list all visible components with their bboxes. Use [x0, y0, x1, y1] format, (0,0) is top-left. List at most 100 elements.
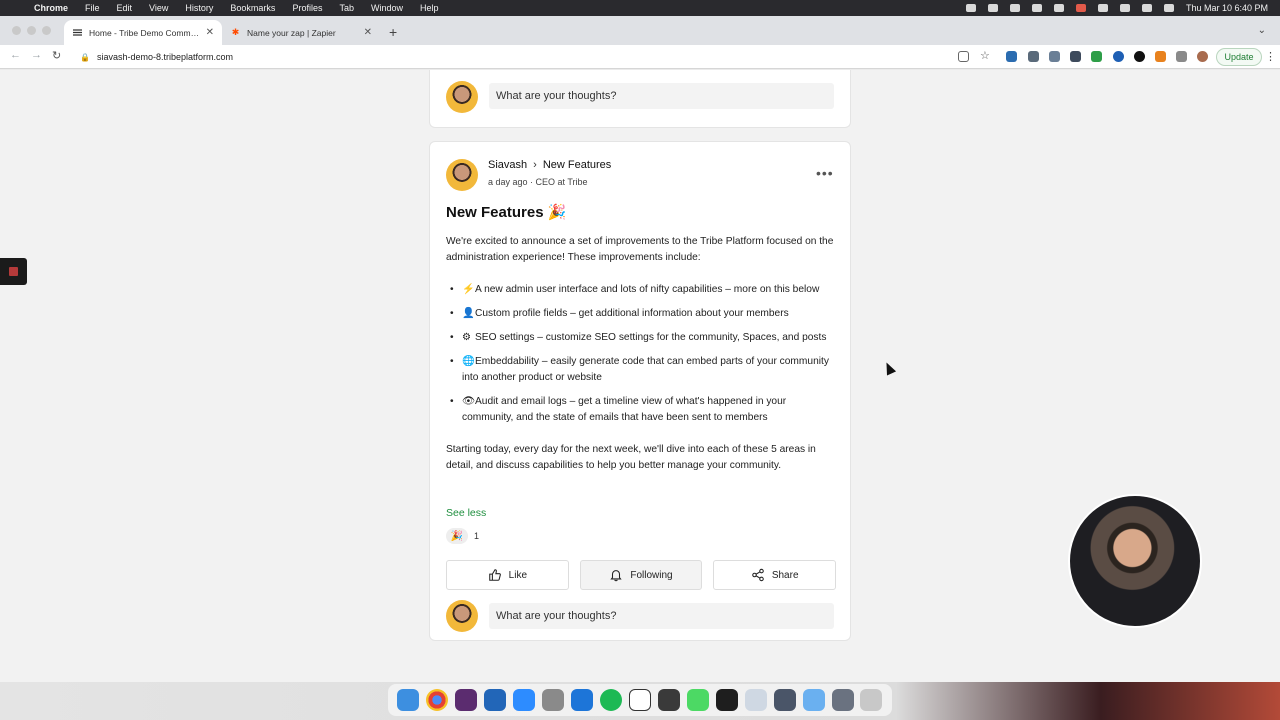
extension-icon[interactable]: [1113, 51, 1124, 62]
extension-icon[interactable]: [1134, 51, 1145, 62]
vscode-icon[interactable]: [484, 689, 507, 711]
preview-icon[interactable]: [542, 689, 565, 711]
avatar[interactable]: [446, 81, 478, 113]
screen-recorder-icon[interactable]: [773, 689, 796, 711]
close-window-icon[interactable]: [12, 26, 21, 35]
extension-icon[interactable]: [1070, 51, 1081, 62]
author-avatar[interactable]: [446, 159, 478, 191]
tab-zapier[interactable]: ✱ Name your zap | Zapier ✕: [222, 20, 380, 45]
control-center-icon[interactable]: [1163, 4, 1174, 12]
following-button[interactable]: Following: [579, 560, 703, 590]
forward-arrow-icon[interactable]: →: [31, 49, 42, 61]
list-item: ⚙SEO settings – customize SEO settings f…: [446, 330, 836, 346]
comment-input[interactable]: What are your thoughts?: [489, 603, 834, 629]
lock-icon[interactable]: 🔒: [80, 53, 90, 62]
previous-post-card: What are your thoughts?: [429, 70, 851, 128]
slack-icon[interactable]: [455, 689, 478, 711]
menu-bookmarks[interactable]: Bookmarks: [230, 3, 275, 13]
list-item: 🌐Embeddability – easily generate code th…: [446, 354, 836, 386]
profile-avatar-icon[interactable]: [1197, 51, 1208, 62]
extension-status-icon[interactable]: [1009, 4, 1020, 12]
xcode-icon[interactable]: [571, 689, 594, 711]
reaction-summary[interactable]: 🎉 1: [446, 528, 479, 544]
system-app-icon[interactable]: [831, 689, 854, 711]
list-item-text: Audit and email logs – get a timeline vi…: [462, 396, 787, 423]
update-button[interactable]: Update: [1216, 48, 1262, 66]
record-status-icon[interactable]: [1075, 4, 1086, 12]
list-item-text: Embeddability – easily generate code tha…: [462, 356, 829, 383]
back-arrow-icon[interactable]: ←: [10, 49, 21, 61]
post-breadcrumb: Siavash › New Features: [488, 159, 611, 171]
chevron-right-icon: ›: [533, 159, 537, 171]
author-name[interactable]: Siavash: [488, 159, 527, 171]
menu-view[interactable]: View: [149, 3, 168, 13]
menu-profiles[interactable]: Profiles: [292, 3, 322, 13]
menu-app-name[interactable]: Chrome: [34, 3, 68, 13]
post-actions: Like Following Share: [446, 560, 837, 590]
finder-icon[interactable]: [397, 689, 420, 711]
figma-icon[interactable]: [715, 689, 738, 711]
like-button[interactable]: Like: [446, 560, 569, 590]
menu-edit[interactable]: Edit: [117, 3, 133, 13]
url-text: siavash-demo-8.tribeplatform.com: [96, 52, 234, 62]
zoom-window-icon[interactable]: [42, 26, 51, 35]
menu-help[interactable]: Help: [420, 3, 439, 13]
post-intro: We're excited to announce a set of impro…: [446, 236, 834, 263]
wifi-icon[interactable]: [1119, 4, 1130, 12]
close-tab-icon[interactable]: ✕: [206, 27, 214, 38]
following-label: Following: [630, 569, 673, 581]
battery-icon[interactable]: [1097, 4, 1108, 12]
menu-history[interactable]: History: [185, 3, 213, 13]
extension-icon[interactable]: [1006, 51, 1017, 62]
share-button[interactable]: Share: [713, 560, 837, 590]
cloud-icon[interactable]: [1053, 4, 1064, 12]
tab-tribe-home[interactable]: Home - Tribe Demo Communit ✕: [64, 20, 222, 45]
more-options-icon[interactable]: •••: [816, 165, 834, 181]
extension-icon[interactable]: [1091, 51, 1102, 62]
chrome-icon[interactable]: [426, 689, 449, 711]
menu-window[interactable]: Window: [371, 3, 403, 13]
notion-icon[interactable]: [628, 689, 651, 711]
stop-icon: [9, 267, 18, 276]
trash-icon[interactable]: [860, 689, 883, 711]
browser-tab-strip: Home - Tribe Demo Communit ✕ ✱ Name your…: [0, 16, 1280, 45]
volume-icon[interactable]: [1031, 4, 1042, 12]
minimize-window-icon[interactable]: [27, 26, 36, 35]
spotify-icon[interactable]: [600, 689, 623, 711]
zoom-icon[interactable]: [513, 689, 536, 711]
list-item: 👁Audit and email logs – get a timeline v…: [446, 394, 836, 426]
menu-file[interactable]: File: [85, 3, 100, 13]
menu-tab[interactable]: Tab: [339, 3, 354, 13]
comment-input[interactable]: What are your thoughts?: [489, 83, 834, 109]
see-less-link[interactable]: See less: [446, 507, 486, 519]
window-controls: [12, 26, 51, 35]
textedit-icon[interactable]: [744, 689, 767, 711]
person-icon: 👤: [462, 308, 475, 319]
space-name[interactable]: New Features: [543, 159, 611, 171]
messages-icon[interactable]: [686, 689, 709, 711]
reload-icon[interactable]: ↻: [52, 49, 61, 62]
downloads-folder-icon[interactable]: [802, 689, 825, 711]
bookmark-star-icon[interactable]: ☆: [980, 49, 991, 62]
list-item: ⚡A new admin user interface and lots of …: [446, 282, 836, 298]
focus-icon[interactable]: [987, 4, 998, 12]
new-tab-button[interactable]: +: [389, 24, 397, 40]
recording-stop-button[interactable]: [0, 258, 27, 285]
webcam-overlay: [1068, 494, 1202, 628]
activity-monitor-icon[interactable]: [657, 689, 680, 711]
spotlight-search-icon[interactable]: [1141, 4, 1152, 12]
post-body: We're excited to announce a set of impro…: [446, 234, 836, 490]
extension-icon[interactable]: [1028, 51, 1039, 62]
tab-search-chevron-icon[interactable]: ⌄: [1258, 25, 1266, 36]
share-page-icon[interactable]: [958, 51, 969, 62]
party-popper-icon: 🎉: [547, 204, 567, 221]
camera-status-icon[interactable]: [965, 4, 976, 12]
metamask-icon[interactable]: [1155, 51, 1166, 62]
browser-menu-icon[interactable]: ⋮: [1265, 50, 1276, 63]
menu-clock[interactable]: Thu Mar 10 6:40 PM: [1186, 3, 1268, 13]
extension-icon[interactable]: [1049, 51, 1060, 62]
current-user-avatar[interactable]: [446, 600, 478, 632]
close-tab-icon[interactable]: ✕: [364, 27, 372, 38]
puzzle-extensions-icon[interactable]: [1176, 51, 1187, 62]
lightning-icon: ⚡: [462, 284, 475, 295]
